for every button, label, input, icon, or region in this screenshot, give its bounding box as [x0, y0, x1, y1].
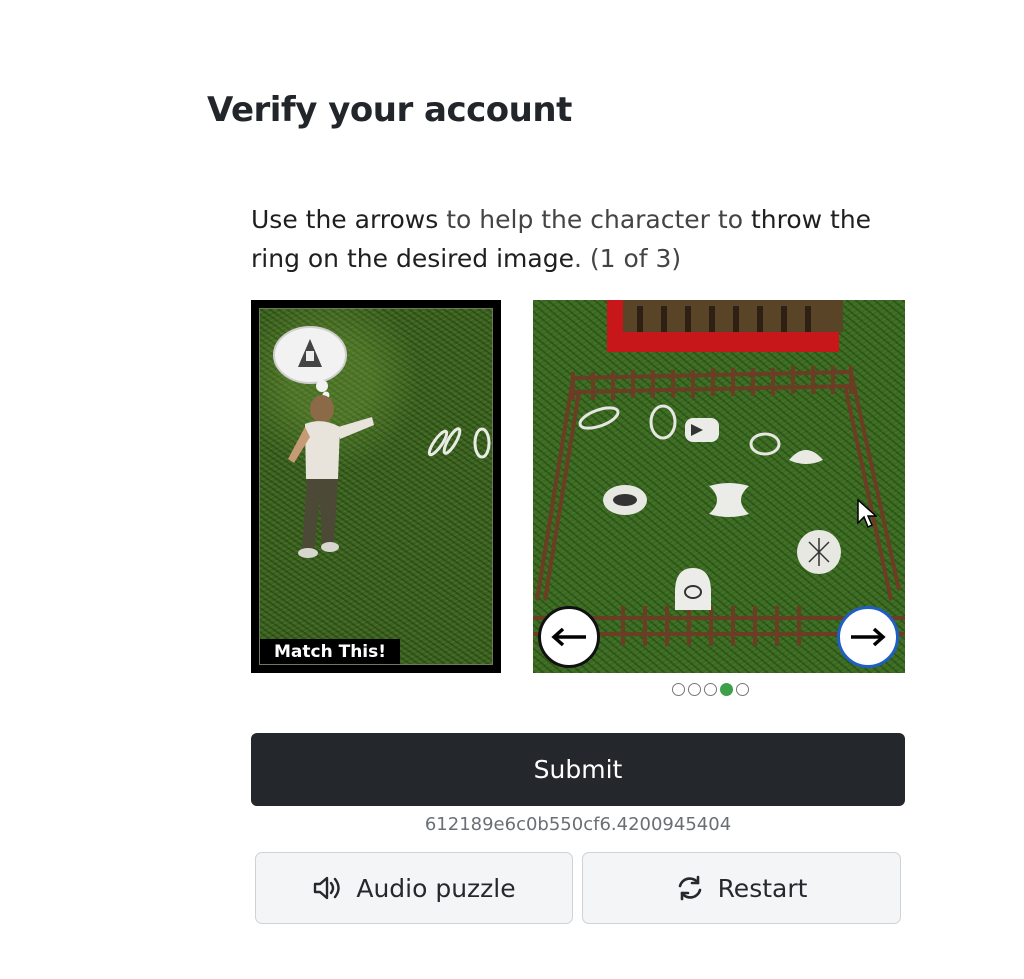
- previous-button[interactable]: [538, 606, 600, 668]
- next-button[interactable]: [837, 606, 899, 668]
- instructions-emphasis-arrows: Use the arrows: [251, 205, 439, 234]
- match-target-image: Match This!: [259, 308, 493, 665]
- speaker-icon: [314, 876, 341, 900]
- thought-bubble: [273, 326, 347, 399]
- session-id: 612189e6c0b550cf6.4200945404: [424, 814, 732, 835]
- restart-label: Restart: [717, 873, 808, 903]
- pagination-dot[interactable]: [704, 683, 717, 696]
- pagination-dot[interactable]: [688, 683, 701, 696]
- audio-puzzle-label: Audio puzzle: [356, 873, 516, 903]
- match-scene-illustration: [273, 326, 491, 558]
- page-title: Verify your account: [207, 90, 572, 130]
- thrown-rings: [427, 427, 491, 459]
- match-this-label: Match This!: [260, 639, 401, 664]
- audio-puzzle-button[interactable]: Audio puzzle: [255, 852, 573, 924]
- pagination-dot[interactable]: [720, 683, 733, 696]
- instructions-progress: . (1 of 3): [573, 244, 682, 273]
- restart-button[interactable]: Restart: [582, 852, 901, 924]
- target-icons: [578, 404, 841, 610]
- pagination-dot[interactable]: [672, 683, 685, 696]
- match-target-panel: Match This!: [251, 300, 501, 673]
- stand-structure: [607, 300, 843, 352]
- mouse-cursor-icon: [857, 498, 878, 534]
- verification-page: Verify your account Use the arrows to he…: [0, 0, 1024, 979]
- carousel-pagination: [672, 683, 749, 696]
- submit-button[interactable]: Submit: [251, 733, 905, 806]
- instructions-text: to help the character to: [438, 205, 751, 234]
- instructions: Use the arrows to help the character to …: [251, 200, 911, 278]
- pagination-dot[interactable]: [736, 683, 749, 696]
- arrow-right-icon: [851, 627, 886, 647]
- character-figure: [288, 395, 374, 558]
- refresh-icon: [678, 875, 701, 901]
- arrow-left-icon: [551, 627, 586, 647]
